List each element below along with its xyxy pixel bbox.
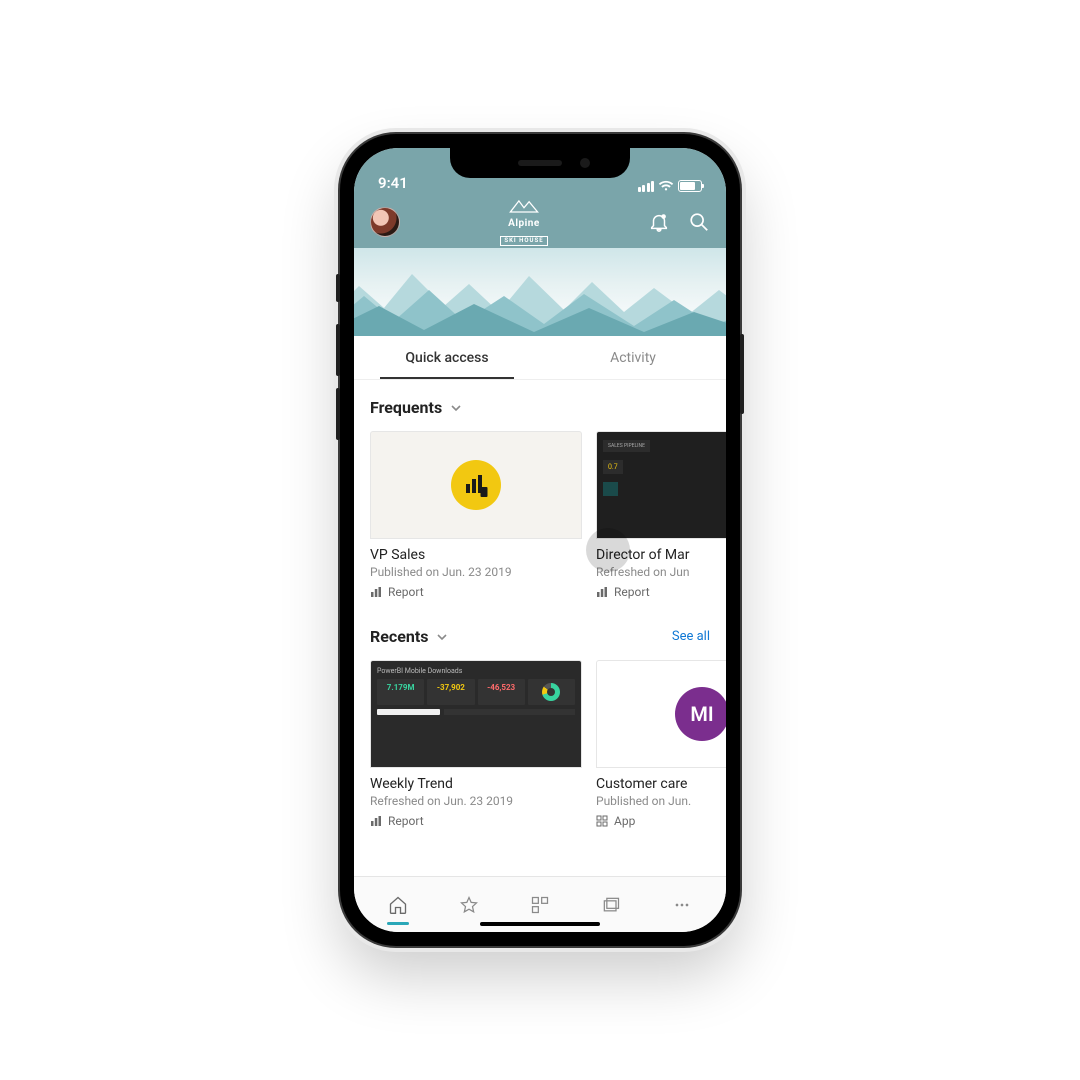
chevron-down-icon bbox=[436, 631, 448, 643]
home-icon bbox=[388, 895, 408, 915]
volume-up-button bbox=[336, 324, 340, 376]
brand-logo: Alpine SKI HOUSE bbox=[500, 198, 547, 246]
report-icon bbox=[596, 586, 608, 598]
bell-icon bbox=[648, 211, 670, 233]
section-title-text: Recents bbox=[370, 627, 428, 646]
frequents-card[interactable]: VP Sales Published on Jun. 23 2019 Repor… bbox=[370, 431, 582, 599]
battery-icon bbox=[678, 180, 702, 192]
card-thumbnail: MI bbox=[596, 660, 726, 768]
card-subtitle: Published on Jun. 23 2019 bbox=[370, 565, 582, 579]
content-tabs: Quick access Activity bbox=[354, 336, 726, 380]
home-indicator[interactable] bbox=[480, 922, 600, 926]
mountain-range-icon bbox=[354, 266, 726, 336]
mountain-icon bbox=[507, 198, 541, 214]
card-thumbnail: PowerBI Mobile Downloads 7.179M -37,902 … bbox=[370, 660, 582, 768]
volume-down-button bbox=[336, 388, 340, 440]
frequents-card[interactable]: SALES PIPELINE 0.7 Director of Mar Refre… bbox=[596, 431, 726, 599]
see-all-link[interactable]: See all bbox=[672, 629, 710, 644]
header-actions bbox=[648, 211, 710, 233]
mute-switch bbox=[336, 274, 340, 302]
bottom-nav bbox=[354, 876, 726, 932]
powerbi-badge-icon bbox=[451, 460, 501, 510]
table-thumb-icon bbox=[377, 709, 440, 715]
star-icon bbox=[459, 895, 479, 915]
user-avatar-button[interactable] bbox=[370, 207, 400, 237]
card-type: App bbox=[596, 814, 726, 828]
bars-thumb-icon bbox=[444, 709, 575, 715]
card-type-label: Report bbox=[388, 585, 424, 599]
brand-line2: SKI HOUSE bbox=[500, 236, 547, 246]
frequents-row[interactable]: VP Sales Published on Jun. 23 2019 Repor… bbox=[370, 431, 726, 599]
card-type-label: Report bbox=[614, 585, 650, 599]
card-subtitle: Refreshed on Jun. 23 2019 bbox=[370, 794, 582, 808]
wifi-icon bbox=[658, 180, 674, 192]
notifications-button[interactable] bbox=[648, 211, 670, 233]
section-title-text: Frequents bbox=[370, 398, 442, 417]
dash-kpi: -37,902 bbox=[429, 683, 472, 692]
front-camera bbox=[580, 158, 590, 168]
donut-icon bbox=[542, 683, 560, 701]
banner-image bbox=[354, 248, 726, 336]
tab-label: Activity bbox=[610, 350, 656, 366]
phone-screen: 9:41 Alpine SKI HOUSE bbox=[354, 148, 726, 932]
dash-kpi: -46,523 bbox=[480, 683, 523, 692]
card-type: Report bbox=[370, 814, 582, 828]
card-thumbnail: SALES PIPELINE 0.7 bbox=[596, 431, 726, 539]
recents-card[interactable]: PowerBI Mobile Downloads 7.179M -37,902 … bbox=[370, 660, 582, 828]
nav-favorites[interactable] bbox=[447, 883, 491, 927]
app-initials: MI bbox=[690, 702, 713, 726]
nav-more[interactable] bbox=[660, 883, 704, 927]
apps-grid-icon bbox=[530, 895, 550, 915]
card-title: Weekly Trend bbox=[370, 776, 582, 792]
brand-line1: Alpine bbox=[500, 219, 547, 229]
nav-apps[interactable] bbox=[518, 883, 562, 927]
card-type: Report bbox=[596, 585, 726, 599]
chevron-down-icon bbox=[450, 402, 462, 414]
recents-card[interactable]: MI Customer care Published on Jun. App bbox=[596, 660, 726, 828]
power-button bbox=[740, 334, 744, 414]
card-type-label: Report bbox=[388, 814, 424, 828]
report-icon bbox=[370, 586, 382, 598]
tab-activity[interactable]: Activity bbox=[540, 336, 726, 379]
more-icon bbox=[672, 895, 692, 915]
dash-kpi: 7.179M bbox=[379, 683, 422, 692]
recents-row[interactable]: PowerBI Mobile Downloads 7.179M -37,902 … bbox=[370, 660, 726, 828]
nav-home[interactable] bbox=[376, 883, 420, 927]
kpi-chip: 0.7 bbox=[603, 460, 623, 474]
status-right-cluster bbox=[638, 180, 703, 192]
tab-quick-access[interactable]: Quick access bbox=[354, 336, 540, 379]
main-content[interactable]: Frequents VP Sales Published on Jun. 23 bbox=[354, 380, 726, 876]
section-header[interactable]: Frequents bbox=[370, 398, 726, 417]
tab-label: Quick access bbox=[405, 350, 488, 366]
card-title: Customer care bbox=[596, 776, 726, 792]
card-thumbnail bbox=[370, 431, 582, 539]
section-frequents: Frequents VP Sales Published on Jun. 23 bbox=[354, 380, 726, 609]
card-subtitle: Refreshed on Jun bbox=[596, 565, 726, 579]
workspaces-icon bbox=[601, 895, 621, 915]
phone-notch bbox=[450, 148, 630, 178]
signal-icon bbox=[638, 181, 655, 192]
speaker-grill bbox=[518, 160, 562, 166]
app-avatar: MI bbox=[675, 687, 726, 741]
section-header: Recents See all bbox=[370, 627, 726, 646]
dash-thumb-heading: PowerBI Mobile Downloads bbox=[377, 667, 575, 675]
kpi-chip bbox=[603, 482, 618, 496]
card-type-label: App bbox=[614, 814, 635, 828]
kpi-chip: SALES PIPELINE bbox=[603, 440, 650, 452]
app-icon bbox=[596, 815, 608, 827]
card-title: VP Sales bbox=[370, 547, 582, 563]
section-title-button[interactable]: Recents bbox=[370, 627, 448, 646]
search-icon bbox=[688, 211, 710, 233]
report-icon bbox=[370, 815, 382, 827]
app-header: Alpine SKI HOUSE bbox=[354, 196, 726, 248]
section-recents: Recents See all PowerBI Mobile Downloads… bbox=[354, 609, 726, 838]
card-title: Director of Mar bbox=[596, 547, 726, 563]
card-type: Report bbox=[370, 585, 582, 599]
nav-workspaces[interactable] bbox=[589, 883, 633, 927]
search-button[interactable] bbox=[688, 211, 710, 233]
phone-frame: 9:41 Alpine SKI HOUSE bbox=[340, 134, 740, 946]
card-subtitle: Published on Jun. bbox=[596, 794, 726, 808]
status-time: 9:41 bbox=[378, 174, 408, 192]
